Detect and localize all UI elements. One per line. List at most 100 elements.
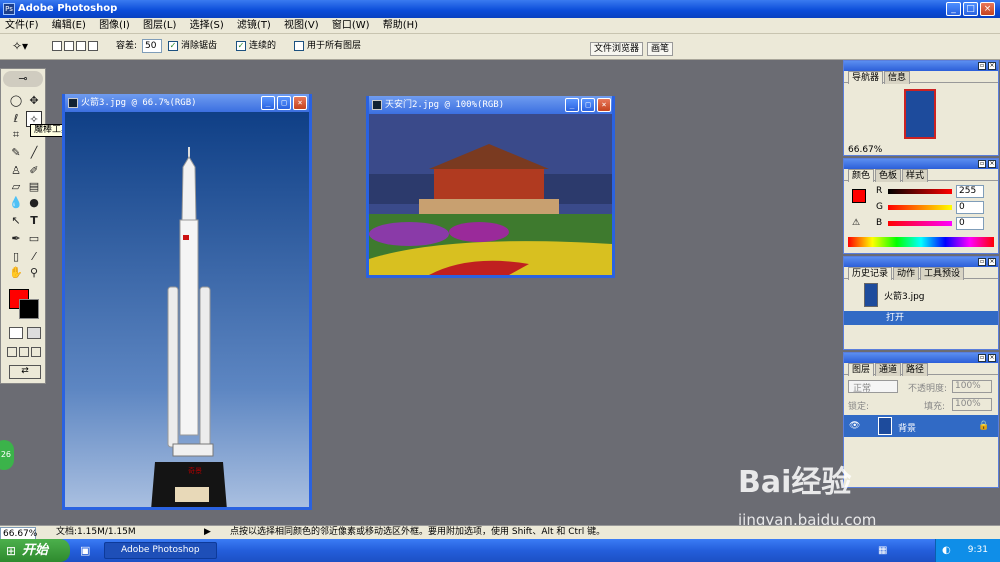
menu-edit[interactable]: 编辑(E) xyxy=(47,18,91,34)
all-layers-checkbox[interactable]: 用于所有图层 xyxy=(294,39,361,53)
move-icon[interactable]: ✥ xyxy=(26,93,42,109)
history-close-icon[interactable]: × xyxy=(988,258,996,266)
color-collapse-icon[interactable]: ▫ xyxy=(978,160,986,168)
maximize-button[interactable]: □ xyxy=(963,2,978,16)
menu-window[interactable]: 窗口(W) xyxy=(327,18,375,34)
dodge-icon[interactable]: ● xyxy=(26,195,42,211)
brushes-tab[interactable]: 画笔 xyxy=(647,42,674,56)
background-color-swatch[interactable] xyxy=(19,299,39,319)
color-close-icon[interactable]: × xyxy=(988,160,996,168)
tab-swatches[interactable]: 色板 xyxy=(875,169,902,182)
r-input[interactable]: 255 xyxy=(956,185,984,198)
healing-brush-icon[interactable]: ✎ xyxy=(8,145,24,161)
history-brush-icon[interactable]: ✐ xyxy=(26,163,42,179)
history-step-open[interactable]: 打开 xyxy=(844,311,998,325)
blur-icon[interactable]: 💧 xyxy=(8,195,24,211)
tab-actions[interactable]: 动作 xyxy=(893,267,920,280)
quick-launch-icon[interactable]: ▣ xyxy=(80,544,90,557)
screen-mode-1-icon[interactable] xyxy=(7,347,17,357)
tab-navigator[interactable]: 导航器 xyxy=(848,71,884,84)
menu-view[interactable]: 视图(V) xyxy=(279,18,324,34)
navigator-collapse-icon[interactable]: ▫ xyxy=(978,62,986,70)
side-badge[interactable]: 26 xyxy=(0,440,14,470)
magic-wand-preset-icon[interactable]: ✧▾ xyxy=(12,39,28,53)
opacity-input[interactable]: 100% xyxy=(952,380,992,393)
navigator-thumbnail[interactable] xyxy=(904,89,936,139)
close-button[interactable]: × xyxy=(980,2,995,16)
snapshot-thumbnail[interactable] xyxy=(864,283,878,307)
status-arrow-icon[interactable]: ▶ xyxy=(204,526,211,539)
tab-history[interactable]: 历史记录 xyxy=(848,267,893,280)
contiguous-checkbox[interactable]: ✓ 连续的 xyxy=(236,39,276,53)
selection-mode-icons[interactable] xyxy=(52,39,100,53)
notes-icon[interactable]: ▯ xyxy=(8,249,24,265)
jump-to-imageready-icon[interactable]: ⇄ xyxy=(9,365,41,379)
doc-close-button[interactable]: × xyxy=(293,96,307,110)
layer-thumbnail[interactable] xyxy=(878,417,892,435)
navigator-close-icon[interactable]: × xyxy=(988,62,996,70)
marquee-icon[interactable]: ◯ xyxy=(8,93,24,109)
pen-icon[interactable]: ✒ xyxy=(8,231,24,247)
layers-close-icon[interactable]: × xyxy=(988,354,996,362)
status-doc-size[interactable]: 文档:1.15M/1.15M xyxy=(56,526,136,539)
g-input[interactable]: 0 xyxy=(956,201,984,214)
layer-row-background[interactable] xyxy=(844,415,998,437)
minimize-button[interactable]: _ xyxy=(946,2,961,16)
history-snapshot[interactable]: 火箭3.jpg xyxy=(884,289,925,302)
doc2-maximize-button[interactable]: □ xyxy=(581,98,595,112)
menu-filter[interactable]: 滤镜(T) xyxy=(232,18,276,34)
menu-file[interactable]: 文件(F) xyxy=(0,18,44,34)
rocket-image[interactable] xyxy=(65,112,309,507)
layer-visibility-eye-icon[interactable]: 👁 xyxy=(849,421,860,431)
brush-icon[interactable]: ╱ xyxy=(26,145,42,161)
tolerance-input[interactable]: 50 xyxy=(142,39,162,53)
hand-icon[interactable]: ✋ xyxy=(8,265,24,281)
color-fg-swatch[interactable] xyxy=(852,189,866,203)
path-select-icon[interactable]: ↖ xyxy=(8,213,24,229)
anti-alias-checkbox[interactable]: ✓ 消除锯齿 xyxy=(168,39,217,53)
tab-channels[interactable]: 通道 xyxy=(875,363,902,376)
tab-info[interactable]: 信息 xyxy=(884,71,911,84)
menu-layer[interactable]: 图层(L) xyxy=(138,18,181,34)
r-slider[interactable] xyxy=(888,189,952,194)
history-collapse-icon[interactable]: ▫ xyxy=(978,258,986,266)
quick-mask-icon[interactable] xyxy=(27,327,41,339)
b-input[interactable]: 0 xyxy=(956,217,984,230)
tray-volume-icon[interactable]: ◐ xyxy=(942,539,951,562)
doc-maximize-button[interactable]: □ xyxy=(277,96,291,110)
tray-network-icon[interactable]: ▦ xyxy=(878,545,887,556)
crop-icon[interactable]: ⌗ xyxy=(8,127,24,143)
toolbox-header-icon[interactable]: ⊸ xyxy=(3,71,43,87)
screen-mode-3-icon[interactable] xyxy=(31,347,41,357)
tiananmen-image[interactable] xyxy=(369,114,612,275)
g-slider[interactable] xyxy=(888,205,952,210)
color-ramp[interactable] xyxy=(848,237,994,247)
doc-minimize-button[interactable]: _ xyxy=(261,96,275,110)
tab-color[interactable]: 颜色 xyxy=(848,169,875,182)
tab-layers[interactable]: 图层 xyxy=(848,363,875,376)
document-window-rocket[interactable]: 火箭3.jpg @ 66.7%(RGB) _ □ × 奇景 xyxy=(62,94,312,510)
b-slider[interactable] xyxy=(888,221,952,226)
doc2-minimize-button[interactable]: _ xyxy=(565,98,579,112)
shape-icon[interactable]: ▭ xyxy=(26,231,42,247)
standard-mode-icon[interactable] xyxy=(9,327,23,339)
zoom-icon[interactable]: ⚲ xyxy=(26,265,42,281)
menu-select[interactable]: 选择(S) xyxy=(185,18,229,34)
layer-name[interactable]: 背景 xyxy=(898,421,916,434)
tab-tool-presets[interactable]: 工具预设 xyxy=(920,267,965,280)
eyedropper-icon[interactable]: ⁄ xyxy=(26,249,42,265)
blend-mode-select[interactable]: 正常 xyxy=(848,380,898,394)
document-title-bar[interactable]: 火箭3.jpg @ 66.7%(RGB) _ □ × xyxy=(65,94,309,112)
type-icon[interactable]: T xyxy=(26,213,42,229)
tab-paths[interactable]: 路径 xyxy=(902,363,929,376)
doc2-close-button[interactable]: × xyxy=(597,98,611,112)
screen-mode-2-icon[interactable] xyxy=(19,347,29,357)
menu-image[interactable]: 图像(I) xyxy=(94,18,135,34)
lasso-icon[interactable]: ℓ xyxy=(8,111,24,127)
menu-help[interactable]: 帮助(H) xyxy=(378,18,423,34)
navigator-zoom[interactable]: 66.67% xyxy=(848,145,882,155)
document-window-tiananmen[interactable]: 天安门2.jpg @ 100%(RGB) _ □ × xyxy=(366,96,615,278)
file-browser-tab[interactable]: 文件浏览器 xyxy=(590,42,644,56)
taskbar-photoshop[interactable]: Adobe Photoshop xyxy=(104,542,217,559)
document-title-bar-2[interactable]: 天安门2.jpg @ 100%(RGB) _ □ × xyxy=(369,96,612,114)
